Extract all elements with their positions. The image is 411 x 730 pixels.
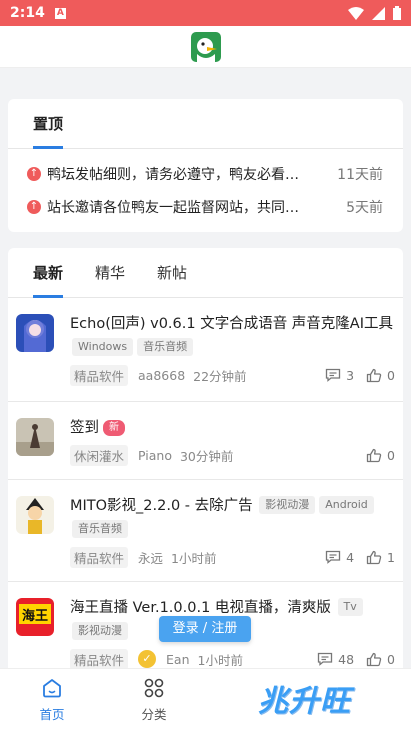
post-author[interactable]: Ean bbox=[166, 652, 189, 667]
comment-stat[interactable]: 3 bbox=[325, 368, 354, 383]
comment-icon bbox=[325, 550, 341, 564]
thumbs-up-icon bbox=[366, 368, 382, 382]
signal-icon bbox=[372, 6, 385, 20]
pinned-item-title: 站长邀请各位鸭友一起监督网站，共同… bbox=[47, 199, 299, 216]
post-title: MITO影视_2.2.0 - 去除广告 bbox=[70, 498, 253, 514]
status-time: 2:14 bbox=[10, 5, 45, 21]
thumbs-up-icon bbox=[366, 448, 382, 462]
comment-icon bbox=[325, 368, 341, 382]
svg-text:海王: 海王 bbox=[22, 608, 48, 624]
pinned-item-date: 11天前 bbox=[337, 166, 383, 183]
like-count: 1 bbox=[387, 549, 395, 565]
new-badge: 新 bbox=[103, 420, 125, 436]
post-author[interactable]: aa8668 bbox=[138, 368, 185, 383]
verified-icon: ✓ bbox=[138, 650, 157, 668]
post-item[interactable]: Echo(回声) v0.6.1 文字合成语音 声音克隆AI工具 Windows 音… bbox=[8, 298, 403, 402]
tab-featured[interactable]: 精华 bbox=[95, 262, 125, 297]
thumbs-up-icon bbox=[366, 652, 382, 666]
home-icon bbox=[43, 679, 61, 698]
post-author[interactable]: 永远 bbox=[138, 548, 163, 567]
watermark-logo: 兆升旺 bbox=[258, 684, 351, 719]
post-item[interactable]: MITO影视_2.2.0 - 去除广告 影视动漫 Android 音乐音频 精品软… bbox=[8, 480, 403, 582]
pinned-item[interactable]: ↑ 鸭坛发帖细则，请务必遵守，鸭友必看… 11天前 bbox=[8, 157, 403, 190]
pin-up-icon: ↑ bbox=[27, 166, 41, 181]
top-bar bbox=[0, 26, 411, 68]
feed-card: 最新 精华 新帖 Echo(回声) v0.6.1 文字合成语音 声音克隆AI工具… bbox=[8, 248, 403, 678]
pinned-item-date: 5天前 bbox=[346, 199, 383, 216]
comment-count: 48 bbox=[338, 651, 355, 667]
post-title: 签到 bbox=[70, 420, 99, 436]
nav-home-label: 首页 bbox=[39, 707, 65, 722]
like-count: 0 bbox=[387, 447, 395, 463]
like-stat[interactable]: 0 bbox=[366, 368, 395, 383]
notification-icon: A bbox=[54, 7, 66, 19]
post-tag[interactable]: 音乐音频 bbox=[137, 338, 194, 356]
post-time: 30分钟前 bbox=[179, 448, 234, 464]
status-icons bbox=[348, 6, 401, 20]
post-time: 22分钟前 bbox=[193, 368, 247, 384]
post-tag[interactable]: 影视动漫 bbox=[259, 496, 316, 514]
post-tag[interactable]: Tv bbox=[337, 598, 363, 616]
tab-pinned[interactable]: 置顶 bbox=[33, 113, 64, 149]
duck-logo-icon[interactable] bbox=[190, 31, 221, 62]
post-tag[interactable]: Android bbox=[319, 496, 374, 514]
post-author[interactable]: Piano bbox=[138, 448, 172, 463]
status-bar: 2:14 A bbox=[0, 0, 411, 26]
feed-tab-row: 最新 精华 新帖 bbox=[8, 248, 403, 298]
pinned-tab-row: 置顶 bbox=[8, 99, 403, 149]
battery-icon bbox=[393, 6, 401, 20]
post-category[interactable]: 精品软件 bbox=[70, 546, 129, 568]
wifi-icon bbox=[348, 6, 364, 20]
post-title: 海王直播 Ver.1.0.0.1 电视直播，清爽版 bbox=[70, 600, 331, 616]
post-avatar[interactable] bbox=[16, 418, 54, 456]
post-category[interactable]: 精品软件 bbox=[70, 648, 129, 670]
post-meta: 休闲灌水 Piano 30分钟前 0 bbox=[70, 442, 395, 468]
post-category[interactable]: 精品软件 bbox=[70, 364, 129, 386]
like-stat[interactable]: 1 bbox=[366, 550, 395, 565]
like-stat[interactable]: 0 bbox=[366, 652, 395, 667]
post-avatar[interactable] bbox=[16, 314, 54, 352]
post-time: 1小时前 bbox=[197, 652, 243, 668]
pinned-item-title: 鸭坛发帖细则，请务必遵守，鸭友必看… bbox=[47, 166, 299, 183]
comment-count: 4 bbox=[346, 549, 355, 565]
grid-icon bbox=[144, 678, 164, 698]
post-meta: 精品软件 aa8668 22分钟前 3 0 bbox=[70, 362, 395, 388]
post-time: 1小时前 bbox=[171, 550, 217, 566]
pinned-item[interactable]: ↑ 站长邀请各位鸭友一起监督网站，共同… 5天前 bbox=[8, 190, 403, 223]
tab-new-posts[interactable]: 新帖 bbox=[157, 262, 187, 297]
pin-up-icon: ↑ bbox=[27, 199, 41, 214]
like-count: 0 bbox=[387, 367, 395, 383]
post-meta: 精品软件 永远 1小时前 4 1 bbox=[70, 544, 395, 570]
like-count: 0 bbox=[387, 651, 395, 667]
post-category[interactable]: 休闲灌水 bbox=[70, 444, 129, 466]
post-avatar[interactable] bbox=[16, 496, 54, 534]
comment-count: 3 bbox=[346, 367, 355, 383]
like-stat[interactable]: 0 bbox=[366, 448, 395, 463]
comment-stat[interactable]: 48 bbox=[317, 652, 354, 667]
nav-categories-label: 分类 bbox=[141, 707, 167, 722]
post-tag[interactable]: 音乐音频 bbox=[72, 520, 128, 538]
comment-icon bbox=[317, 652, 333, 666]
comment-stat[interactable]: 4 bbox=[325, 550, 354, 565]
post-tag[interactable]: 影视动漫 bbox=[72, 622, 128, 640]
nav-categories[interactable]: 分类 bbox=[124, 677, 184, 723]
pinned-card: 置顶 ↑ 鸭坛发帖细则，请务必遵守，鸭友必看… 11天前 ↑ 站长邀请各位鸭友一… bbox=[8, 99, 403, 232]
post-tag[interactable]: Windows bbox=[72, 338, 134, 356]
login-register-button[interactable]: 登录 / 注册 bbox=[159, 616, 251, 642]
tab-latest[interactable]: 最新 bbox=[33, 262, 64, 298]
post-avatar[interactable]: 海王 bbox=[16, 598, 54, 636]
post-title: Echo(回声) v0.6.1 文字合成语音 声音克隆AI工具 bbox=[70, 316, 394, 332]
nav-home[interactable]: 首页 bbox=[22, 677, 82, 723]
thumbs-up-icon bbox=[366, 550, 382, 564]
post-item[interactable]: 签到新 休闲灌水 Piano 30分钟前 0 bbox=[8, 402, 403, 480]
